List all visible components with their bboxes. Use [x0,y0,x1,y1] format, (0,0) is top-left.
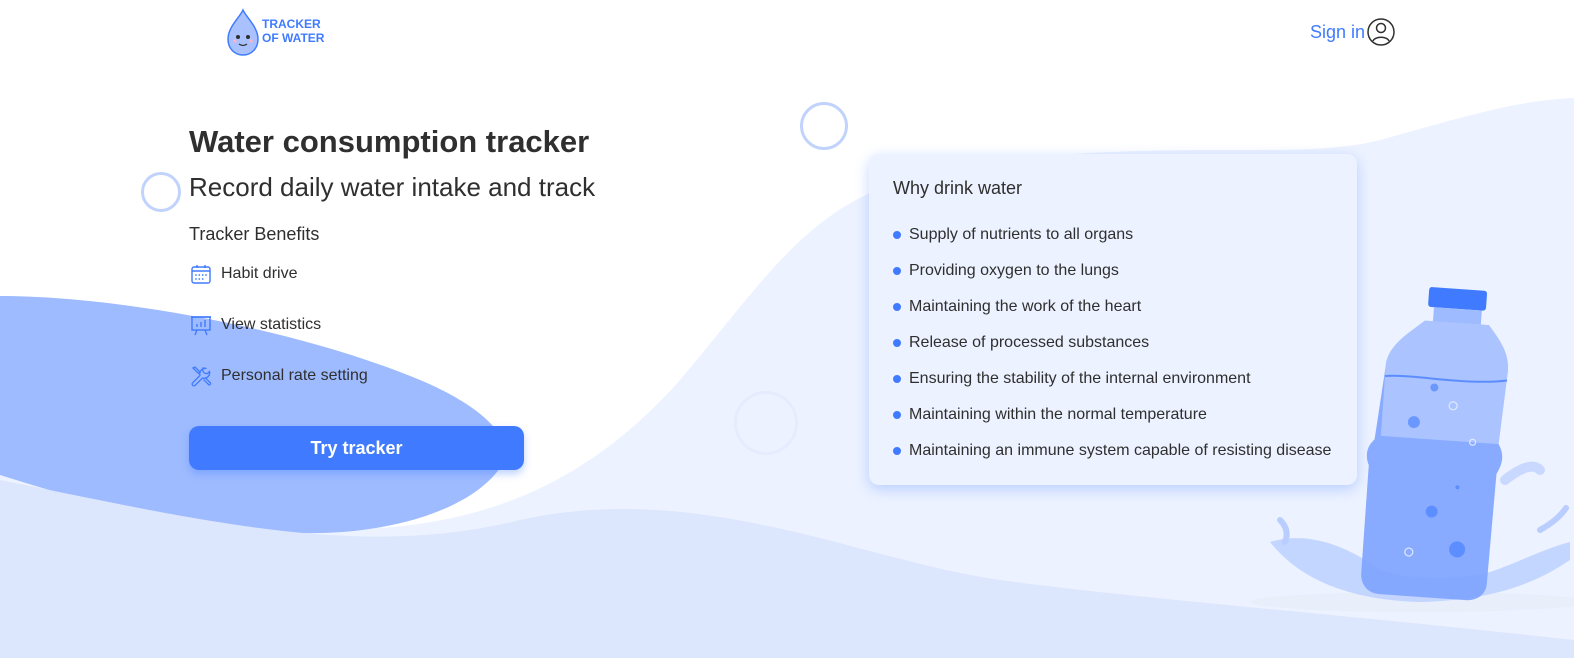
page-subtitle: Record daily water intake and track [189,172,596,202]
list-item-label: Maintaining the work of the heart [909,298,1142,315]
bullet-icon [893,375,901,383]
logo-text: TRACKER OF WATER [262,17,324,45]
list-item: Maintaining an immune system capable of … [893,441,1333,461]
bubble-decoration [734,391,798,455]
logo-line-1: TRACKER [262,17,321,31]
water-drop-mascot-icon [227,8,259,56]
bullet-icon [893,267,901,275]
list-item: Supply of nutrients to all organs [893,225,1333,245]
bullet-icon [893,447,901,455]
list-item-label: Providing oxygen to the lungs [909,262,1119,279]
card-heading: Why drink water [893,178,1023,198]
logo-line-2: OF WATER [262,31,325,45]
why-drink-water-card: Why drink water Supply of nutrients to a… [869,154,1357,485]
sign-in-label: Sign in [1310,21,1366,42]
list-item: Providing oxygen to the lungs [893,261,1333,281]
bubble-decoration [800,102,848,150]
site-header: TRACKER OF WATER Sign in [0,0,1574,64]
list-item: Maintaining the work of the heart [893,297,1333,317]
benefit-item: View statistics [189,312,709,338]
page-title: Water consumption tracker [189,124,590,159]
list-item-label: Ensuring the stability of the internal e… [909,370,1251,387]
user-avatar-icon [1367,18,1395,46]
benefit-item: Habit drive [189,261,709,287]
calendar-icon [191,265,211,284]
reasons-list: Supply of nutrients to all organs Provid… [893,225,1333,461]
benefit-item: Personal rate setting [189,363,709,389]
list-item-label: Supply of nutrients to all organs [909,226,1134,243]
hero-section: Water consumption tracker Record daily w… [189,120,709,470]
bubble-decoration [141,172,181,212]
bullet-icon [893,339,901,347]
bullet-icon [893,411,901,419]
bullet-icon [893,303,901,311]
list-item-label: Release of processed substances [909,334,1150,351]
list-item: Release of processed substances [893,333,1333,353]
benefit-label: Personal rate setting [221,367,368,384]
list-item: Ensuring the stability of the internal e… [893,369,1333,389]
try-tracker-button[interactable]: Try tracker [189,426,524,470]
sign-in-link[interactable]: Sign in [1310,16,1396,48]
list-item-label: Maintaining an immune system capable of … [909,442,1332,459]
list-item: Maintaining within the normal temperatur… [893,405,1333,425]
wrench-screwdriver-icon [191,366,212,387]
benefits-heading: Tracker Benefits [189,224,320,244]
benefits-list: Habit drive View statistics Personal rat… [189,261,709,389]
benefit-label: View statistics [221,316,322,333]
presentation-chart-icon [191,316,211,336]
benefit-label: Habit drive [221,265,298,282]
list-item-label: Maintaining within the normal temperatur… [909,406,1207,423]
logo[interactable]: TRACKER OF WATER [222,6,332,58]
bullet-icon [893,231,901,239]
